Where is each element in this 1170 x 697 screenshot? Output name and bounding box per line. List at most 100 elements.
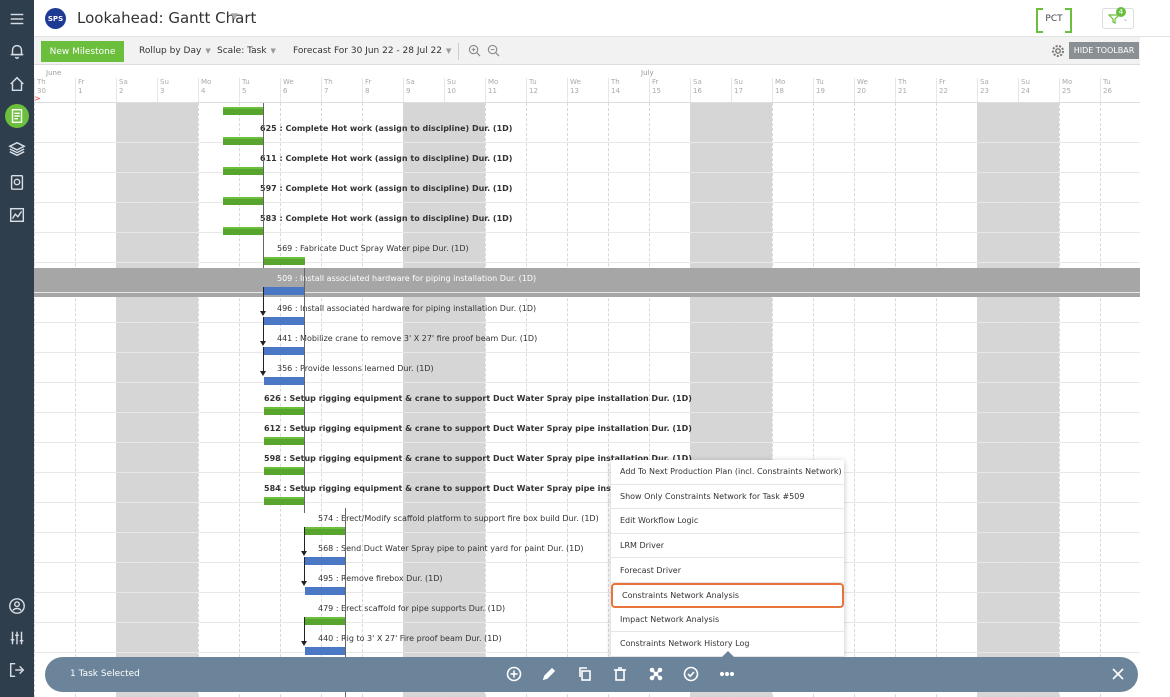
sidebar [0, 0, 34, 697]
context-menu: Add To Next Production Plan (incl. Const… [611, 460, 844, 657]
zoom-in-icon[interactable] [468, 44, 481, 57]
row-divider [34, 172, 1140, 173]
context-menu-item[interactable]: Forecast Driver [611, 558, 844, 583]
filter-count-badge: 4 [1116, 7, 1126, 17]
task-label[interactable]: 356 : Provide lessons learned Dur. (1D) [277, 364, 434, 373]
gear-icon[interactable] [1051, 44, 1065, 58]
rollup-select[interactable]: Rollup by Day ▼ [139, 46, 211, 56]
user-icon[interactable] [7, 596, 27, 616]
zoom-out-icon[interactable] [487, 44, 500, 57]
task-label[interactable]: 597 : Complete Hot work (assign to disci… [260, 184, 512, 193]
context-menu-item[interactable]: Impact Network Analysis [611, 608, 844, 633]
dependency-line [304, 527, 305, 551]
task-bar[interactable] [264, 497, 305, 505]
new-milestone-button[interactable]: New Milestone [41, 41, 124, 62]
task-bar[interactable] [305, 557, 346, 565]
task-label[interactable]: 509 : Install associated hardware for pi… [277, 274, 536, 283]
scale-select[interactable]: Scale: Task ▼ [217, 46, 276, 56]
day-number: 7 [324, 87, 329, 95]
task-bar[interactable] [305, 647, 346, 655]
day-number: 23 [980, 87, 989, 95]
grid-line [895, 103, 896, 697]
context-menu-item[interactable]: Show Only Constraints Network for Task #… [611, 485, 844, 510]
more-icon[interactable] [719, 666, 735, 682]
home-icon[interactable] [7, 74, 27, 94]
day-column-header: Su 24 [1018, 78, 1059, 102]
day-column-header: Tu 5 [239, 78, 280, 102]
day-column-header: Tu 26 [1100, 78, 1141, 102]
day-number: 12 [529, 87, 538, 95]
task-bar[interactable] [264, 347, 305, 355]
menu-icon[interactable] [7, 9, 27, 29]
logo: SPS [45, 8, 66, 29]
task-bar[interactable] [223, 167, 264, 175]
task-label[interactable]: 583 : Complete Hot work (assign to disci… [260, 214, 512, 223]
dependency-line [263, 317, 264, 341]
bell-icon[interactable] [7, 41, 27, 61]
context-menu-item[interactable]: Add To Next Production Plan (incl. Const… [611, 460, 844, 485]
copy-icon[interactable] [577, 666, 593, 682]
dependency-arrow-icon [260, 371, 266, 376]
task-bar[interactable] [264, 407, 305, 415]
task-bar[interactable] [223, 107, 264, 115]
day-number: 25 [1062, 87, 1071, 95]
network-icon[interactable] [648, 666, 664, 682]
task-label[interactable]: 612 : Setup rigging equipment & crane to… [264, 424, 692, 433]
hide-toolbar-button[interactable]: HIDE TOOLBAR [1069, 42, 1139, 59]
task-label[interactable]: 626 : Setup rigging equipment & crane to… [264, 394, 692, 403]
context-menu-item[interactable]: Constraints Network Analysis [611, 582, 844, 608]
chevron-down-icon: ▼ [446, 47, 452, 55]
task-label[interactable]: 625 : Complete Hot work (assign to disci… [260, 124, 512, 133]
edit-icon[interactable] [541, 666, 557, 682]
logout-icon[interactable] [7, 660, 27, 680]
task-bar[interactable] [264, 317, 305, 325]
grid-line [1059, 103, 1060, 697]
task-label[interactable]: 479 : Erect scaffold for pipe supports D… [318, 604, 505, 613]
close-icon[interactable] [1110, 666, 1126, 682]
page-title[interactable]: Lookahead: Gantt Chart [77, 9, 256, 27]
analytics-icon[interactable] [7, 205, 27, 225]
task-bar[interactable] [305, 617, 346, 625]
dependency-arrow-icon [301, 551, 307, 556]
day-of-week: We [283, 78, 294, 86]
sliders-icon[interactable] [7, 628, 27, 648]
grid-line [936, 103, 937, 697]
task-label[interactable]: 574 : Erect/Modify scaffold platform to … [318, 514, 599, 523]
task-bar[interactable] [223, 227, 264, 235]
filter-button[interactable]: 4 ⌄ [1102, 7, 1134, 29]
add-icon[interactable] [506, 666, 522, 682]
task-bar[interactable] [305, 527, 346, 535]
task-bar[interactable] [264, 377, 305, 385]
day-of-week: Su [160, 78, 169, 86]
context-menu-item[interactable]: Edit Workflow Logic [611, 509, 844, 534]
context-menu-item[interactable]: LRM Driver [611, 534, 844, 559]
task-label[interactable]: 441 : Mobilize crane to remove 3' X 27' … [277, 334, 537, 343]
gantt-icon[interactable] [5, 104, 29, 128]
pct-button[interactable]: PCT [1036, 8, 1072, 33]
task-bar[interactable] [264, 467, 305, 475]
delete-icon[interactable] [612, 666, 628, 682]
grid-line [198, 103, 199, 697]
chevron-down-icon[interactable]: ▼ [231, 12, 238, 22]
day-number: 1 [78, 87, 83, 95]
task-bar[interactable] [223, 137, 264, 145]
chevron-down-icon: ▼ [205, 47, 211, 55]
day-of-week: Th [611, 78, 620, 86]
task-label[interactable]: 611 : Complete Hot work (assign to disci… [260, 154, 512, 163]
task-bar[interactable] [223, 197, 264, 205]
task-bar[interactable] [264, 257, 305, 265]
task-bar[interactable] [305, 587, 346, 595]
clipboard-icon[interactable] [7, 172, 27, 192]
task-label[interactable]: 496 : Install associated hardware for pi… [277, 304, 536, 313]
task-bar[interactable] [264, 437, 305, 445]
check-icon[interactable] [683, 666, 699, 682]
task-label[interactable]: 569 : Fabricate Duct Spray Water pipe Du… [277, 244, 469, 253]
task-bar[interactable] [264, 287, 305, 295]
grid-line [157, 103, 158, 697]
day-number: 11 [488, 87, 497, 95]
dependency-arrow-icon [301, 641, 307, 646]
task-label[interactable]: 568 : Send Duct Water Spray pipe to pain… [318, 544, 584, 553]
layers-icon[interactable] [7, 139, 27, 159]
task-label[interactable]: 495 : Remove firebox Dur. (1D) [318, 574, 443, 583]
forecast-select[interactable]: Forecast For 30 Jun 22 - 28 Jul 22 ▼ [293, 46, 451, 56]
